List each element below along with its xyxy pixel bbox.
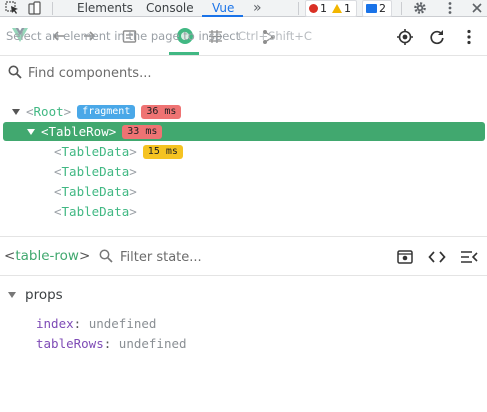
prop-row[interactable]: index: undefined	[36, 316, 156, 331]
error-count: 1	[320, 2, 327, 15]
more-vert-icon[interactable]	[443, 1, 457, 15]
more-tabs-button[interactable]: »	[253, 0, 262, 17]
settings-gear-icon[interactable]	[413, 1, 427, 15]
node-tag-name: TableData	[61, 204, 130, 219]
selected-component-name: <table-row>	[4, 248, 91, 264]
component-name-text: table-row	[15, 248, 79, 264]
search-icon	[99, 249, 113, 263]
tree-node[interactable]: < TableData >	[54, 202, 137, 221]
fragment-badge: fragment	[77, 104, 136, 119]
prop-row[interactable]: tableRows: undefined	[36, 336, 187, 351]
prop-key: index	[36, 316, 74, 331]
toolbar-divider	[298, 2, 299, 15]
tree-node-selected[interactable]: < TableRow > 33 ms	[27, 122, 163, 141]
message-icon	[366, 4, 377, 13]
close-icon[interactable]	[470, 1, 484, 15]
warning-count: 1	[344, 2, 351, 15]
collapse-menu-icon[interactable]	[460, 248, 478, 266]
props-section-header[interactable]: props	[8, 287, 63, 303]
locate-icon[interactable]	[396, 28, 414, 46]
tree-node[interactable]: < TableData >	[54, 182, 137, 201]
search-icon	[8, 65, 22, 79]
collapse-arrow-icon[interactable]	[8, 292, 16, 298]
render-time-badge: 36 ms	[141, 104, 182, 119]
tree-node-root[interactable]: < Root > fragment 36 ms	[12, 102, 182, 121]
tab-console[interactable]: Console	[146, 0, 194, 17]
inspect-hint-text: Select an element in the page to inspect	[6, 29, 241, 43]
messages-counter[interactable]: 2	[362, 0, 392, 17]
search-input[interactable]	[28, 63, 468, 83]
render-time-badge: 15 ms	[142, 144, 183, 159]
prop-value: undefined	[118, 336, 187, 351]
prop-key: tableRows	[36, 336, 104, 351]
tab-elements[interactable]: Elements	[77, 0, 133, 17]
devtools-tab-bar: Elements Console Vue » 1 1 2	[0, 0, 487, 17]
section-title: props	[25, 287, 63, 303]
inspect-shortcut-text: Ctrl+Shift+C	[238, 29, 312, 43]
active-view-indicator	[169, 52, 199, 55]
inspect-cursor-icon[interactable]	[5, 1, 19, 15]
toolbar-divider	[52, 2, 53, 15]
more-vert-icon[interactable]	[460, 28, 478, 46]
warning-icon	[332, 4, 342, 13]
tree-node[interactable]: < TableData >	[54, 162, 137, 181]
toolbar-divider	[401, 2, 402, 15]
node-tag-name: TableData	[61, 184, 130, 199]
node-tag-name: TableData	[61, 164, 130, 179]
issues-counter[interactable]: 1 1	[305, 0, 357, 17]
refresh-icon[interactable]	[428, 28, 446, 46]
device-toolbar-icon[interactable]	[28, 1, 42, 15]
message-count: 2	[379, 2, 386, 15]
node-tag-name: TableRow	[48, 124, 109, 139]
scroll-to-component-icon[interactable]	[396, 248, 414, 266]
prop-value: undefined	[88, 316, 157, 331]
expand-arrow-icon[interactable]	[27, 128, 35, 135]
error-icon	[309, 4, 318, 13]
expand-arrow-icon[interactable]	[12, 108, 20, 115]
tree-node[interactable]: < TableData > 15 ms	[54, 142, 183, 161]
render-time-badge: 33 ms	[122, 124, 163, 139]
code-icon[interactable]	[428, 248, 446, 266]
inspector-header: <table-row>	[0, 237, 487, 276]
node-tag-name: Root	[33, 104, 64, 119]
vue-devtools-toolbar: Select an element in the page to inspect…	[0, 17, 487, 56]
node-tag-name: TableData	[61, 144, 130, 159]
filter-state-input[interactable]	[120, 247, 280, 267]
component-search	[0, 57, 487, 89]
